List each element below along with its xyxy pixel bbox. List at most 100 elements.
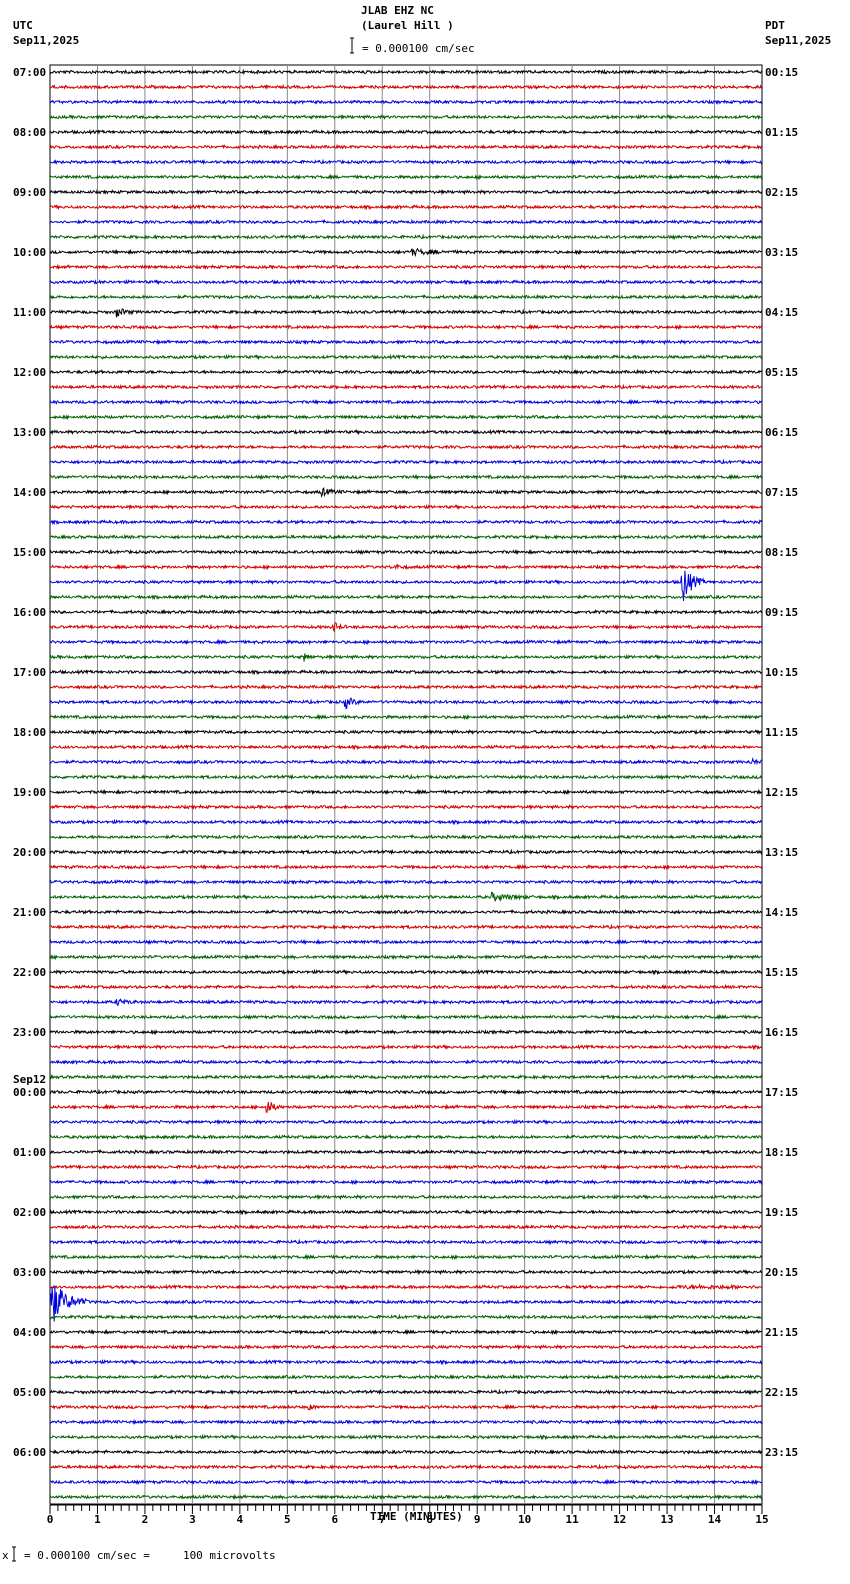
scale-text: = 0.000100 cm/sec	[362, 42, 475, 55]
seismic-trace	[49, 998, 763, 1007]
utc-hour-label: 04:00	[13, 1326, 46, 1339]
utc-hour-label: 02:00	[13, 1206, 46, 1219]
seismic-trace	[49, 128, 763, 136]
seismic-trace	[49, 1313, 763, 1321]
seismic-trace	[49, 1028, 763, 1036]
seismic-trace	[49, 1193, 763, 1201]
seismic-trace	[49, 158, 763, 166]
seismic-trace	[49, 458, 763, 466]
seismic-trace	[49, 743, 763, 751]
seismic-trace	[49, 968, 763, 976]
seismic-trace	[49, 1253, 763, 1261]
pdt-hour-label: 04:15	[765, 306, 798, 319]
x-tick-label: 15	[755, 1513, 768, 1526]
x-tick-label: 3	[189, 1513, 196, 1526]
seismic-trace	[49, 143, 763, 150]
seismic-trace	[49, 818, 762, 826]
footer-scale-text: = 0.000100 cm/sec = 100 microvolts	[24, 1549, 276, 1562]
seismic-trace	[50, 293, 763, 300]
x-tick-label: 12	[613, 1513, 626, 1526]
seismic-trace	[49, 697, 763, 710]
scale-bar-icon	[350, 37, 354, 54]
pdt-hour-label: 14:15	[765, 906, 798, 919]
seismic-trace	[49, 278, 763, 286]
pdt-hour-label: 18:15	[765, 1146, 798, 1159]
pdt-hour-label: 07:15	[765, 486, 798, 499]
seismic-trace	[49, 1073, 763, 1081]
x-tick-label: 14	[708, 1513, 722, 1526]
seismic-trace	[49, 473, 763, 481]
utc-hour-label: 18:00	[13, 726, 46, 739]
utc-hour-label: 10:00	[13, 246, 46, 259]
utc-hour-label: 06:00	[13, 1446, 46, 1459]
x-tick-label: 1	[94, 1513, 101, 1526]
seismic-trace	[49, 1388, 763, 1396]
x-tick-label: 9	[474, 1513, 481, 1526]
seismic-trace	[49, 1013, 763, 1021]
pdt-hour-label: 01:15	[765, 126, 798, 139]
seismic-trace	[49, 622, 763, 633]
seismic-trace	[49, 1178, 763, 1186]
utc-hour-label: 19:00	[13, 786, 46, 799]
pdt-hour-label: 06:15	[765, 426, 798, 439]
right-date: Sep11,2025	[765, 34, 831, 47]
pdt-hour-label: 19:15	[765, 1206, 798, 1219]
x-tick-label: 6	[331, 1513, 338, 1526]
seismic-trace	[49, 487, 763, 498]
seismic-trace	[49, 773, 763, 781]
date-change-label: Sep12	[13, 1073, 46, 1086]
seismic-trace	[49, 203, 763, 211]
pdt-hour-label: 20:15	[765, 1266, 798, 1279]
seismic-trace	[49, 1208, 763, 1216]
seismic-trace	[49, 398, 763, 406]
utc-hour-label: 11:00	[13, 306, 46, 319]
seismic-trace	[49, 1223, 763, 1230]
seismic-trace	[49, 1463, 763, 1471]
seismic-trace	[49, 593, 763, 601]
seismic-trace	[49, 308, 763, 318]
utc-hour-label: 03:00	[13, 1266, 46, 1279]
seismic-trace	[49, 1043, 763, 1051]
seismic-trace	[49, 1493, 763, 1501]
seismic-trace	[49, 891, 763, 902]
pdt-hour-label: 02:15	[765, 186, 798, 199]
seismic-trace	[49, 863, 763, 871]
seismic-trace	[49, 1403, 763, 1411]
pdt-hour-label: 03:15	[765, 246, 798, 259]
utc-hour-label: 22:00	[13, 966, 46, 979]
utc-hour-label: 17:00	[13, 666, 46, 679]
seismic-trace	[49, 188, 763, 196]
seismic-trace	[49, 713, 763, 721]
seismic-trace	[49, 113, 763, 121]
seismic-trace	[49, 638, 763, 646]
pdt-hour-label: 16:15	[765, 1026, 798, 1039]
utc-hour-label: 12:00	[13, 366, 46, 379]
pdt-hour-label: 22:15	[765, 1386, 798, 1399]
seismic-trace	[49, 1101, 763, 1113]
footer-prefix: x	[2, 1549, 9, 1562]
x-axis-label: TIME (MINUTES)	[370, 1510, 463, 1523]
seismic-trace	[49, 923, 763, 931]
utc-hour-label: 15:00	[13, 546, 46, 559]
seismic-trace	[49, 1058, 763, 1066]
seismic-trace	[49, 983, 763, 990]
left-date: Sep11,2025	[13, 34, 79, 47]
pdt-hour-label: 17:15	[765, 1086, 798, 1099]
seismic-trace	[49, 803, 763, 811]
seismic-trace	[49, 878, 762, 886]
seismic-trace	[49, 533, 763, 541]
seismic-trace	[49, 908, 763, 915]
pdt-hour-label: 15:15	[765, 966, 798, 979]
seismic-trace	[49, 548, 763, 556]
seismic-trace	[49, 1448, 763, 1455]
utc-hour-label: 00:00	[13, 1086, 46, 1099]
seismic-trace	[49, 1433, 763, 1441]
pdt-hour-label: 08:15	[765, 546, 798, 559]
seismic-trace	[49, 653, 763, 662]
seismic-trace	[49, 938, 762, 946]
seismic-trace	[49, 1088, 763, 1096]
seismic-trace	[49, 728, 763, 736]
x-tick-label: 10	[518, 1513, 531, 1526]
seismic-trace	[49, 1268, 762, 1276]
pdt-hour-label: 05:15	[765, 366, 798, 379]
